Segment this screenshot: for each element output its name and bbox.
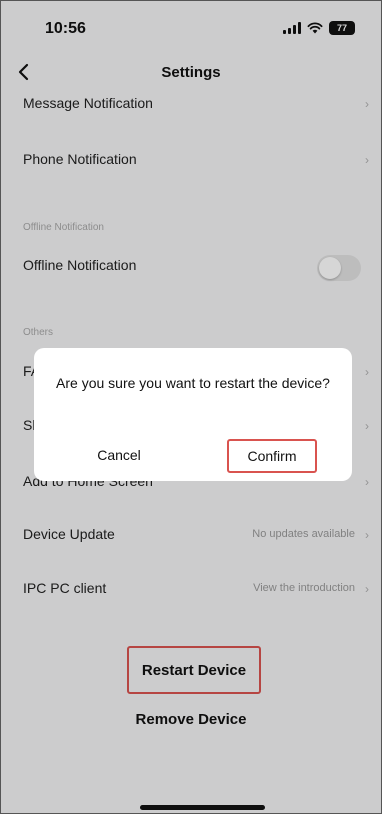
- confirm-button[interactable]: Confirm: [227, 439, 317, 473]
- restart-confirm-dialog: Are you sure you want to restart the dev…: [34, 348, 352, 481]
- cancel-button[interactable]: Cancel: [74, 440, 164, 470]
- dialog-message: Are you sure you want to restart the dev…: [56, 375, 330, 391]
- app-screen: 10:56 77 Settings Message Notification ›…: [0, 0, 382, 814]
